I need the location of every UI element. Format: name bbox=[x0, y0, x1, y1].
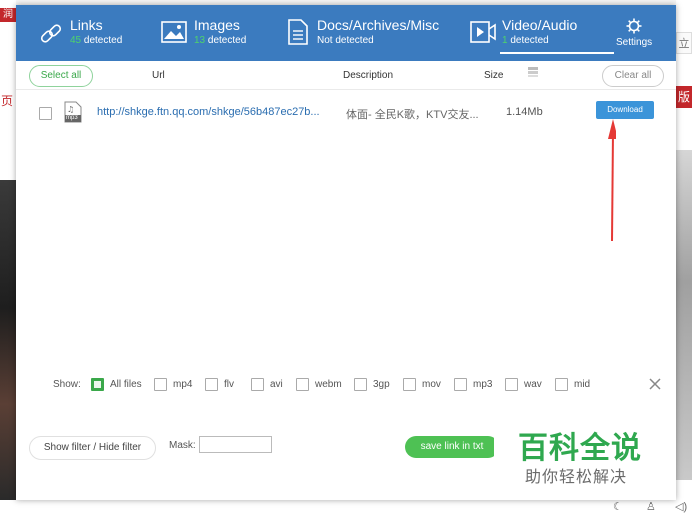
filter-checkbox-all[interactable] bbox=[91, 378, 104, 391]
column-size: Size bbox=[484, 70, 504, 81]
detected-count: 45 bbox=[70, 35, 82, 46]
detected-count: 1 bbox=[502, 35, 508, 46]
filter-checkbox-webm[interactable] bbox=[296, 378, 309, 391]
tab-title: Video/Audio bbox=[502, 17, 578, 33]
background-page-right: 立 版 bbox=[676, 0, 692, 515]
video-icon bbox=[470, 21, 496, 48]
column-description: Description bbox=[343, 70, 394, 81]
filter-label: webm bbox=[315, 379, 342, 390]
select-all-button[interactable]: Select all bbox=[29, 65, 93, 87]
file-url-link[interactable]: http://shkge.ftn.qq.com/shkge/56b487ec27… bbox=[97, 106, 320, 118]
background-tag: 润 bbox=[0, 8, 16, 22]
watermark-subtitle: 助你轻松解决 bbox=[525, 467, 628, 486]
filter-checkbox-avi[interactable] bbox=[251, 378, 264, 391]
table-row: ♫ mp3 http://shkge.ftn.qq.com/shkge/56b4… bbox=[16, 91, 676, 135]
file-size: 1.14Mb bbox=[506, 106, 543, 118]
watermark: 百科全说 助你轻松解决 bbox=[494, 407, 676, 495]
mask-label: Mask: bbox=[169, 440, 196, 451]
filter-label: wav bbox=[524, 379, 542, 390]
header-bar: Links 45 detected Images 13 detected Doc… bbox=[16, 5, 676, 61]
moon-icon: ☾ bbox=[613, 501, 623, 513]
detected-label: detected bbox=[207, 35, 247, 46]
background-page-left: 润 页 bbox=[0, 0, 16, 515]
annotation-arrow bbox=[608, 119, 616, 242]
active-tab-indicator bbox=[500, 52, 614, 54]
background-tag: 立 bbox=[676, 32, 692, 54]
tab-images[interactable]: Images 13 detected bbox=[159, 5, 269, 61]
filter-label: mp4 bbox=[173, 379, 193, 390]
close-icon[interactable] bbox=[648, 377, 662, 394]
filter-label: mov bbox=[422, 379, 441, 390]
filter-checkbox-mid[interactable] bbox=[555, 378, 568, 391]
filter-checkbox-mp4[interactable] bbox=[154, 378, 167, 391]
filter-checkbox-wav[interactable] bbox=[505, 378, 518, 391]
show-hide-filter-button[interactable]: Show filter / Hide filter bbox=[29, 436, 156, 460]
filter-checkbox-mp3[interactable] bbox=[454, 378, 467, 391]
filter-label: flv bbox=[224, 379, 234, 390]
speaker-icon: ◁) bbox=[675, 501, 688, 513]
stack-icon[interactable] bbox=[527, 66, 539, 81]
filter-checkbox-mov[interactable] bbox=[403, 378, 416, 391]
filter-label: All files bbox=[110, 379, 142, 390]
show-label: Show: bbox=[53, 379, 81, 390]
clear-all-button[interactable]: Clear all bbox=[602, 65, 664, 87]
filter-label: avi bbox=[270, 379, 283, 390]
background-image bbox=[0, 180, 16, 500]
filter-label: mp3 bbox=[473, 379, 493, 390]
tab-title: Images bbox=[194, 17, 240, 33]
column-header: Select all Url Description Size Clear al… bbox=[16, 61, 676, 90]
file-description: 体面- 全民K歌，KTV交友... bbox=[346, 109, 479, 121]
background-text: 版 bbox=[676, 86, 692, 108]
person-icon: ♙ bbox=[646, 501, 656, 513]
tab-title: Links bbox=[70, 17, 103, 33]
background-image bbox=[676, 150, 692, 480]
mp3-file-icon: ♫ mp3 bbox=[63, 101, 83, 126]
tab-links[interactable]: Links 45 detected bbox=[34, 5, 154, 61]
gear-icon bbox=[626, 18, 642, 39]
tab-title: Docs/Archives/Misc bbox=[317, 17, 440, 33]
file-type-label: mp3 bbox=[66, 115, 78, 121]
image-icon bbox=[161, 21, 187, 48]
filter-row: Show: All files mp4 flv avi webm 3gp mov… bbox=[16, 377, 676, 397]
background-text: 页 bbox=[0, 94, 13, 108]
downloader-popup: Links 45 detected Images 13 detected Doc… bbox=[16, 5, 676, 500]
row-checkbox[interactable] bbox=[39, 107, 52, 120]
filter-checkbox-flv[interactable] bbox=[205, 378, 218, 391]
svg-text:♫: ♫ bbox=[67, 105, 74, 114]
mask-input[interactable] bbox=[199, 436, 272, 453]
tab-docs[interactable]: Docs/Archives/Misc Not detected bbox=[286, 5, 456, 61]
settings-label: Settings bbox=[616, 37, 653, 48]
background-page-bottom: ☾ ♙ ◁) bbox=[16, 500, 687, 515]
column-url: Url bbox=[152, 70, 165, 81]
detected-count: 13 bbox=[194, 35, 206, 46]
detected-label: detected bbox=[83, 35, 123, 46]
detected-label: detected bbox=[510, 35, 549, 46]
link-icon bbox=[38, 21, 64, 52]
settings-button[interactable]: Settings bbox=[612, 5, 662, 61]
save-links-button[interactable]: save link in txt bbox=[405, 436, 499, 458]
filter-label: 3gp bbox=[373, 379, 390, 390]
filter-checkbox-3gp[interactable] bbox=[354, 378, 367, 391]
filter-label: mid bbox=[574, 379, 591, 390]
detected-label: Not detected bbox=[317, 35, 374, 46]
watermark-title: 百科全说 bbox=[518, 431, 642, 466]
document-icon bbox=[288, 19, 308, 50]
